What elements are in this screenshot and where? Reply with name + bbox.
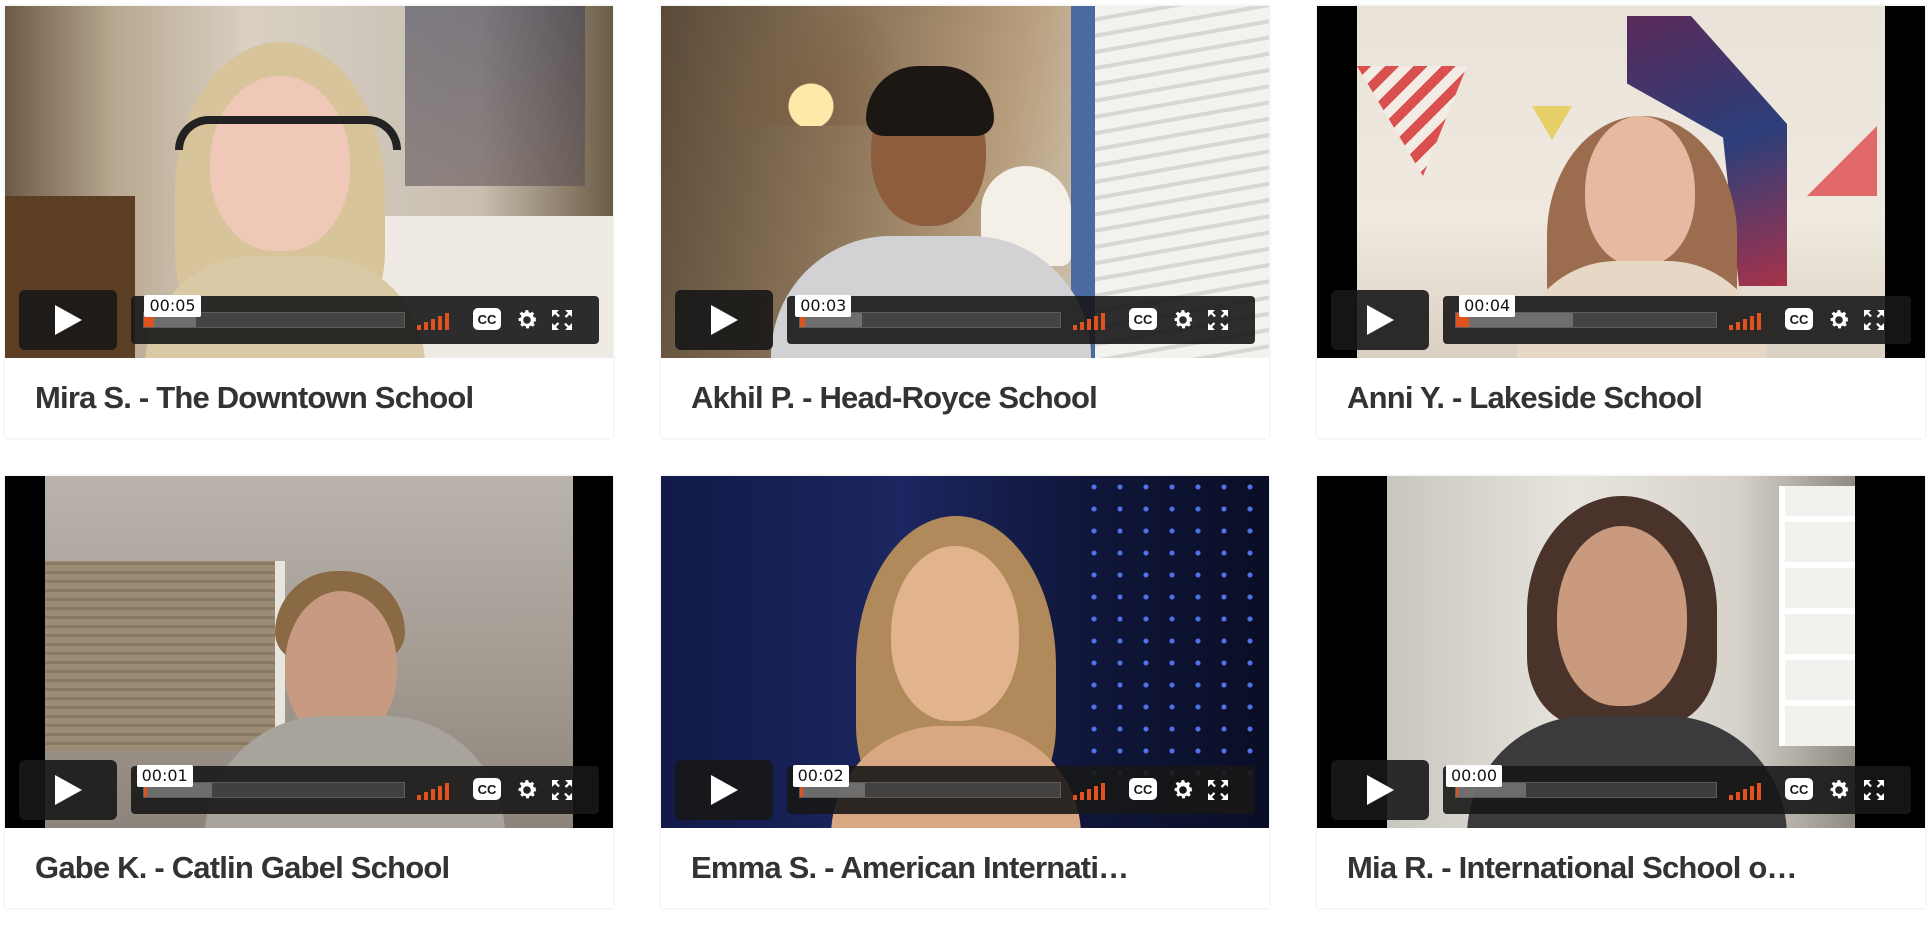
play-button[interactable] [1331,290,1429,350]
control-bar: 00:02 CC [787,765,1255,814]
video-caption[interactable]: Mira S. - The Downtown School [5,358,613,438]
progress-track[interactable]: 00:03 [795,295,1061,328]
time-tooltip: 00:00 [1446,765,1503,787]
volume-bars-icon[interactable] [1729,310,1769,330]
control-bar: 00:05 CC [131,295,599,344]
volume-bars-icon[interactable] [1729,780,1769,800]
control-bar: 00:04 CC [1443,295,1911,344]
video-card: 00:04 CC Anni Y. - Lakeside School [1317,6,1925,438]
cc-button[interactable]: CC [473,308,501,330]
play-button[interactable] [675,760,773,820]
control-bar: 00:00 CC [1443,765,1911,814]
play-icon [55,305,82,335]
gear-icon[interactable] [1827,778,1851,802]
video-player[interactable]: 00:00 CC [1317,476,1925,828]
video-player[interactable]: 00:03 CC [661,6,1269,358]
cc-button[interactable]: CC [1785,778,1813,800]
gear-icon[interactable] [515,308,539,332]
video-caption[interactable]: Gabe K. - Catlin Gabel School [5,828,613,908]
time-tooltip: 00:04 [1459,295,1516,317]
gear-icon[interactable] [1171,778,1195,802]
video-controls: 00:00 CC [1331,760,1911,820]
fullscreen-icon[interactable] [551,309,573,331]
video-card: 00:02 CC Emma S. - American Internati… [661,476,1269,908]
video-card: 00:05 CC Mira S. - The Downtown School [5,6,613,438]
video-caption[interactable]: Mia R. - International School o… [1317,828,1925,908]
video-caption[interactable]: Anni Y. - Lakeside School [1317,358,1925,438]
time-tooltip: 00:05 [144,295,201,317]
video-controls: 00:05 CC [19,290,599,350]
fullscreen-icon[interactable] [1207,309,1229,331]
video-player[interactable]: 00:02 CC [661,476,1269,828]
progress-track[interactable]: 00:02 [792,765,1061,798]
video-controls: 00:03 CC [675,290,1255,350]
video-controls: 00:01 CC [19,760,599,820]
video-controls: 00:02 CC [675,760,1255,820]
volume-bars-icon[interactable] [417,310,457,330]
cc-button[interactable]: CC [1129,778,1157,800]
fullscreen-icon[interactable] [1863,779,1885,801]
video-card: 00:01 CC Gabe K. - Catlin Gabel School [5,476,613,908]
gear-icon[interactable] [1827,308,1851,332]
control-bar: 00:03 CC [787,295,1255,344]
play-icon [711,775,738,805]
fullscreen-icon[interactable] [1863,309,1885,331]
progress-track[interactable]: 00:01 [136,765,405,798]
cc-button[interactable]: CC [1129,308,1157,330]
gear-icon[interactable] [1171,308,1195,332]
control-bar: 00:01 CC [131,765,599,814]
video-caption[interactable]: Emma S. - American Internati… [661,828,1269,908]
play-button[interactable] [19,290,117,350]
video-player[interactable]: 00:01 CC [5,476,613,828]
volume-bars-icon[interactable] [1073,780,1113,800]
video-card: 00:03 CC Akhil P. - Head-Royce School [661,6,1269,438]
fullscreen-icon[interactable] [551,779,573,801]
play-button[interactable] [1331,760,1429,820]
play-icon [55,775,82,805]
progress-track[interactable]: 00:00 [1446,765,1717,798]
video-player[interactable]: 00:05 CC [5,6,613,358]
video-card: 00:00 CC Mia R. - International School o… [1317,476,1925,908]
progress-track[interactable]: 00:05 [143,295,405,328]
video-grid: 00:05 CC Mira S. - The Downtown School 0… [0,0,1932,932]
play-icon [1367,305,1394,335]
play-icon [1367,775,1394,805]
fullscreen-icon[interactable] [1207,779,1229,801]
time-tooltip: 00:02 [792,765,849,787]
volume-bars-icon[interactable] [1073,310,1113,330]
time-tooltip: 00:03 [795,295,852,317]
cc-button[interactable]: CC [473,778,501,800]
play-button[interactable] [19,760,117,820]
play-icon [711,305,738,335]
progress-track[interactable]: 00:04 [1455,295,1717,328]
cc-button[interactable]: CC [1785,308,1813,330]
volume-bars-icon[interactable] [417,780,457,800]
video-controls: 00:04 CC [1331,290,1911,350]
time-tooltip: 00:01 [136,765,193,787]
gear-icon[interactable] [515,778,539,802]
play-button[interactable] [675,290,773,350]
video-player[interactable]: 00:04 CC [1317,6,1925,358]
video-caption[interactable]: Akhil P. - Head-Royce School [661,358,1269,438]
